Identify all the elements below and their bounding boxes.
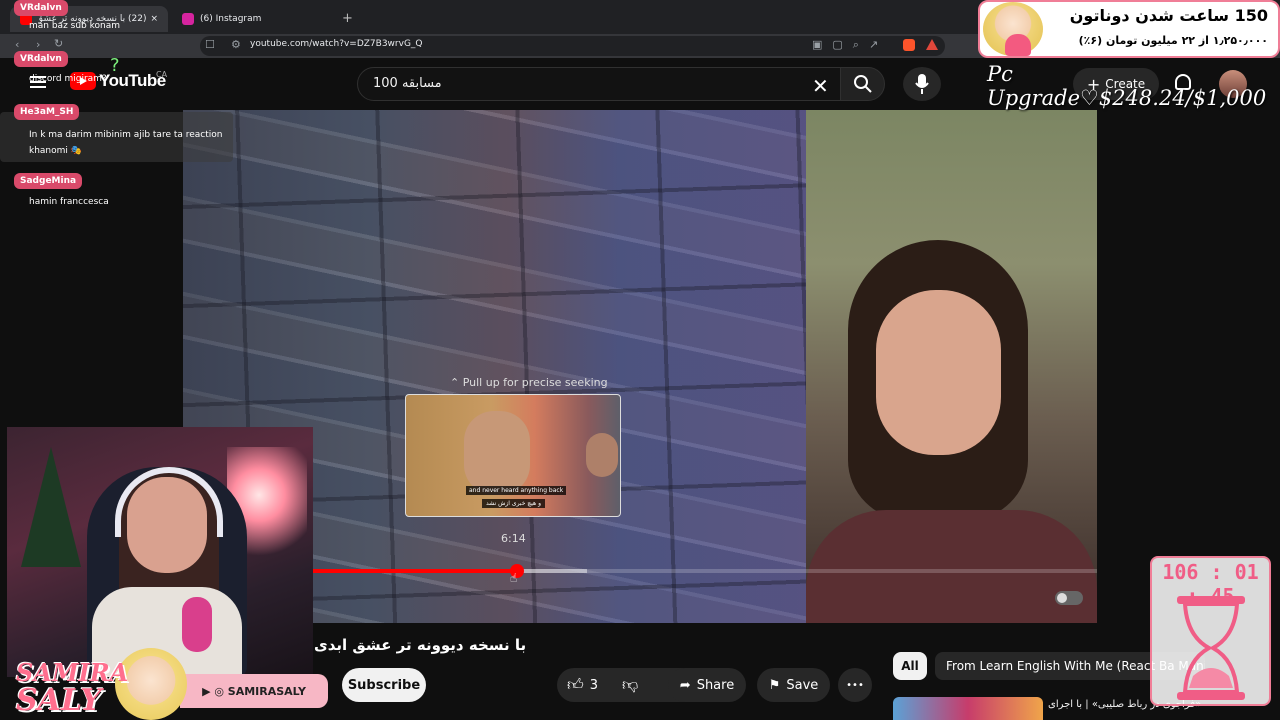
preview-subtitle-en: and never heard anything back [466,486,567,495]
streamer-webcam [7,427,313,677]
share-arrow-icon: ➦ [679,677,691,693]
tab-close-icon[interactable]: × [150,14,158,24]
search-value: مسابقه 100 [373,76,442,91]
chat-username: VRdalvn [14,0,68,16]
reactor-torso [806,510,1097,623]
progress-played [313,569,517,573]
thumbs-up-icon[interactable]: 👍︎ [567,675,584,695]
tab-instagram[interactable]: (6) Instagram [172,6,332,32]
reactor-face [876,290,1001,455]
subscribe-button[interactable]: Subscribe [342,668,426,702]
bookmark-icon[interactable]: ☐ [205,38,215,51]
christmas-tree [21,447,81,567]
pc-upgrade-goal: Pc Upgrade♡$248.24/$1,000 [987,62,1267,110]
share-button[interactable]: ➦ Share [668,668,746,702]
save-bookmark-icon: ⚑ [768,677,781,693]
chat-message: hamin franccesca [29,197,109,207]
question-emote-icon: ? [110,55,120,76]
heart-icon [1005,34,1031,56]
extensions-icon[interactable]: ▣▢⌕↗ [812,38,888,52]
search-icon [853,75,872,93]
thumbs-down-icon[interactable]: 👎︎ [622,675,638,695]
stream-microphone [182,597,212,652]
new-tab-button[interactable]: + [342,11,353,26]
chat-username: He3aM_SH [14,104,80,120]
goal-progress-text: ۱٫۲۵۰٫۰۰۰ از ۲۲ میلیون تومان (۶٪) [1078,34,1268,47]
brand-name-line2: SALY [16,683,102,718]
microphone-icon [915,74,929,94]
clear-search-icon[interactable]: ✕ [812,74,829,98]
recommended-thumbnail[interactable] [893,697,1043,720]
like-count: 3 [589,677,599,693]
chat-username: SadgeMina [14,173,83,189]
social-handle-bar: ▶ ◎ SAMIRASALY [180,674,328,708]
back-icon[interactable]: ‹ [15,38,19,51]
goal-title: 150 ساعت شدن دوناتون [1069,6,1268,25]
preview-man-face [464,411,530,495]
chip-all[interactable]: All [893,652,927,680]
chat-message: discord migiram? [29,74,107,84]
chat-message: man baz sub konam [29,21,121,31]
streamer-brand-name: SAMIRA SALY [16,660,128,716]
search-button[interactable] [840,67,885,101]
instagram-favicon-icon [182,13,194,25]
site-info-icon[interactable]: ⚙ [231,38,241,51]
seek-preview-thumbnail: and never heard anything back و هیچ خبری… [405,394,621,517]
brave-shield-icon[interactable] [903,39,915,51]
chat-message: In k ma darim mibinim ajib tare ta react… [29,130,223,156]
video-player[interactable]: i ⌃ Pull up for precise seeking and neve… [183,110,1097,623]
preview-subtitle-fa: و هیچ خبری ازش نشد [482,499,545,508]
preview-woman-face [586,433,618,477]
url-text: youtube.com/watch?v=DZ7B3wrvG_Q [250,39,423,49]
save-button[interactable]: ⚑ Save [757,668,830,702]
seek-hint: ⌃ Pull up for precise seeking [450,376,608,389]
share-label: Share [696,677,735,693]
more-actions-button[interactable]: ••• [838,668,872,702]
region-code: CA [156,70,168,79]
tab-instagram-label: (6) Instagram [200,14,262,24]
save-label: Save [786,677,819,693]
chat-username: VRdalvn [14,51,68,67]
rewards-icon[interactable] [926,39,938,50]
hourglass-icon [1177,596,1245,700]
forward-icon[interactable]: › [36,38,40,51]
seek-time: 6:14 [501,532,526,545]
mouse-cursor-icon: ☝ [510,571,518,585]
autoplay-toggle[interactable] [1055,591,1083,605]
video-title: با نسخه دیوونه تر عشق ابدی [314,636,527,654]
voice-search-button[interactable] [903,67,941,101]
reload-icon[interactable]: ↻ [54,37,63,50]
